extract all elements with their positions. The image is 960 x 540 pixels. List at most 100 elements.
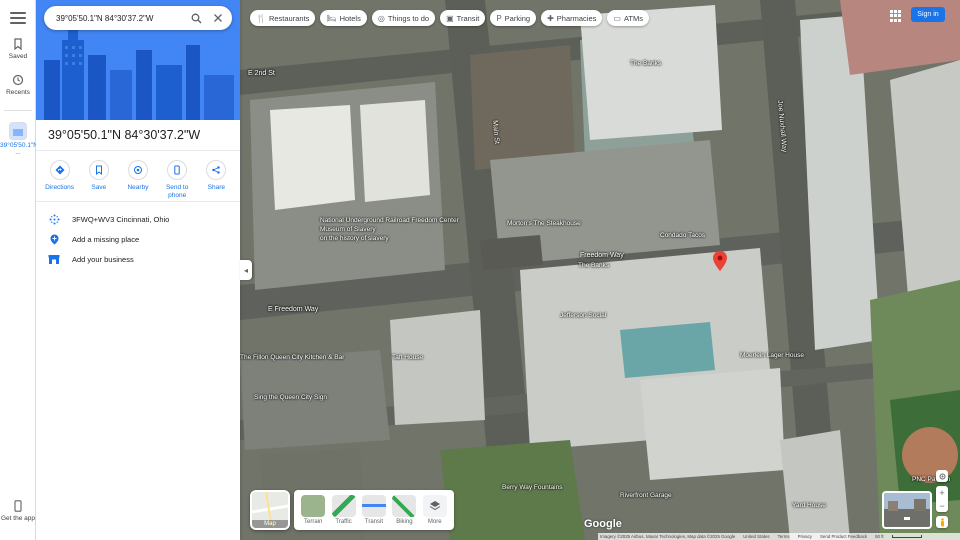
- transit-thumbnail: [361, 495, 386, 517]
- camera-icon: ◎: [377, 13, 385, 23]
- add-missing-place-row[interactable]: Add a missing place: [36, 229, 240, 249]
- rail-get-app[interactable]: Get the app: [0, 500, 36, 522]
- add-place-icon-wrap: [36, 234, 72, 245]
- layer-traffic[interactable]: Traffic: [331, 495, 357, 525]
- directions-label: Directions: [45, 184, 75, 191]
- rail-saved-label: Saved: [8, 53, 28, 60]
- rail-saved[interactable]: Saved: [0, 38, 36, 60]
- chip-hotels[interactable]: 🛏 Hotels: [320, 10, 367, 26]
- add-location-icon: [50, 234, 58, 244]
- satellite-map[interactable]: E 2nd St E Freedom Way Freedom Way Main …: [240, 0, 960, 540]
- zoom-out-button[interactable]: −: [936, 499, 948, 512]
- traffic-thumbnail: [331, 495, 356, 517]
- plus-code-row[interactable]: 3FWQ+WV3 Cincinnati, Ohio: [36, 209, 240, 229]
- nearby-circle: [127, 160, 148, 180]
- layer-traffic-label: Traffic: [335, 519, 352, 525]
- place-label-taft[interactable]: Taft House: [392, 354, 423, 361]
- search-icon: [191, 13, 201, 23]
- apps-grid-icon[interactable]: [890, 10, 902, 22]
- place-label-fillon[interactable]: The Fillon Queen City Kitchen & Bar: [240, 354, 344, 361]
- sign-in-button[interactable]: Sign in: [911, 7, 945, 22]
- place-label-nurfc[interactable]: National Underground Railroad Freedom Ce…: [320, 217, 459, 224]
- street-view-thumbnail[interactable]: [882, 491, 932, 529]
- collapse-panel-button[interactable]: ◂: [240, 260, 252, 280]
- location-pin-icon[interactable]: [713, 251, 727, 271]
- pegman-icon[interactable]: [936, 516, 948, 528]
- place-label-berry-fountains[interactable]: Berry Way Fountains: [502, 484, 562, 491]
- place-label-condado[interactable]: Condado Tacos: [660, 232, 705, 239]
- share-button[interactable]: Share: [197, 160, 235, 200]
- share-icon: [212, 166, 221, 174]
- share-label: Share: [207, 184, 226, 191]
- send-to-phone-button[interactable]: Send to phone: [158, 160, 196, 200]
- layer-transit-label: Transit: [364, 519, 384, 525]
- zoom-in-button[interactable]: +: [936, 486, 948, 499]
- layer-terrain[interactable]: Terrain: [300, 495, 326, 525]
- chip-parking[interactable]: P Parking: [490, 10, 537, 26]
- place-label-mortons[interactable]: Morton's The Steakhouse: [507, 220, 581, 227]
- send-to-phone-label: Send to phone: [165, 184, 189, 199]
- place-label-queen-city-sign[interactable]: Sing the Queen City Sign: [254, 394, 327, 401]
- save-button[interactable]: Save: [80, 160, 118, 200]
- terrain-thumbnail: [301, 495, 326, 517]
- pharmacy-icon: ✚: [547, 13, 554, 23]
- place-panel: 39°05'50.1"N 84°30'37.2"W Directions Sav…: [36, 0, 240, 540]
- place-label-riverfront-garage[interactable]: Riverfront Garage: [620, 492, 672, 499]
- place-title: 39°05'50.1"N 84°30'37.2"W: [48, 128, 201, 142]
- place-label-nurfc-desc: on the history of slavery: [320, 235, 389, 242]
- chip-pharmacies[interactable]: ✚ Pharmacies: [541, 10, 603, 26]
- road-label-freedom-way-east: Freedom Way: [580, 252, 624, 259]
- add-business-icon-wrap: [36, 254, 72, 265]
- chip-atms[interactable]: ▭ ATMs: [607, 10, 649, 26]
- place-label-nurfc-sub: Museum of Slavery: [320, 226, 376, 233]
- search-button[interactable]: [188, 10, 204, 26]
- country-link[interactable]: United States: [743, 534, 769, 539]
- place-label-jefferson[interactable]: Jefferson Social: [560, 312, 606, 319]
- save-circle: [88, 160, 109, 180]
- rail-recent-place[interactable]: 39°05'50.1"N ...: [0, 122, 38, 156]
- terms-link[interactable]: Terms: [778, 534, 790, 539]
- layer-terrain-label: Terrain: [304, 519, 323, 525]
- search-box: [44, 6, 232, 30]
- search-input[interactable]: [56, 13, 182, 23]
- close-icon: [214, 14, 222, 22]
- chip-transit[interactable]: ▣ Transit: [440, 10, 486, 26]
- directions-button[interactable]: Directions: [41, 160, 79, 200]
- history-icon: [12, 74, 24, 86]
- divider: [36, 201, 240, 202]
- phone-icon: [14, 500, 22, 512]
- rail-recents[interactable]: Recents: [0, 74, 36, 96]
- plus-code-icon: [49, 214, 59, 224]
- layer-more-label: More: [427, 519, 442, 525]
- place-label-moerlein[interactable]: Moerlein Lager House: [740, 352, 804, 359]
- feedback-link[interactable]: Send Product Feedback: [820, 534, 867, 539]
- biking-thumbnail: [392, 495, 417, 517]
- layer-options: Terrain Traffic Transit Biking More: [294, 490, 454, 530]
- directions-icon: [55, 165, 65, 175]
- menu-icon[interactable]: [10, 12, 26, 24]
- layers-toggle[interactable]: Map: [250, 490, 290, 530]
- hotel-icon: 🛏: [326, 13, 337, 23]
- more-thumbnail: [422, 495, 447, 517]
- layer-biking[interactable]: Biking: [391, 495, 417, 525]
- layers-current-label: Map: [252, 520, 288, 528]
- privacy-link[interactable]: Privacy: [798, 534, 812, 539]
- place-label-yard-house[interactable]: Yard House: [792, 502, 826, 509]
- layer-more[interactable]: More: [422, 495, 448, 525]
- chip-things-to-do[interactable]: ◎ Things to do: [371, 10, 436, 26]
- nearby-button[interactable]: Nearby: [119, 160, 157, 200]
- place-label-the-banks-2[interactable]: The Banks: [578, 262, 609, 269]
- pegman-figure: [940, 517, 944, 526]
- my-location-button[interactable]: [936, 470, 948, 482]
- place-label-the-banks[interactable]: The Banks: [630, 60, 661, 67]
- atm-icon: ▭: [613, 13, 621, 23]
- save-label: Save: [91, 184, 107, 191]
- clear-search-button[interactable]: [210, 10, 226, 26]
- bookmark-icon: [95, 165, 102, 175]
- imagery-attribution: Imagery ©2025 Airbus, Maxar Technologies…: [600, 534, 736, 539]
- chip-restaurants[interactable]: 🍴 Restaurants: [250, 10, 316, 26]
- scale-label[interactable]: 50 ft: [875, 534, 884, 539]
- send-to-phone-circle: [167, 160, 188, 180]
- add-business-row[interactable]: Add your business: [36, 249, 240, 269]
- layer-transit[interactable]: Transit: [361, 495, 387, 525]
